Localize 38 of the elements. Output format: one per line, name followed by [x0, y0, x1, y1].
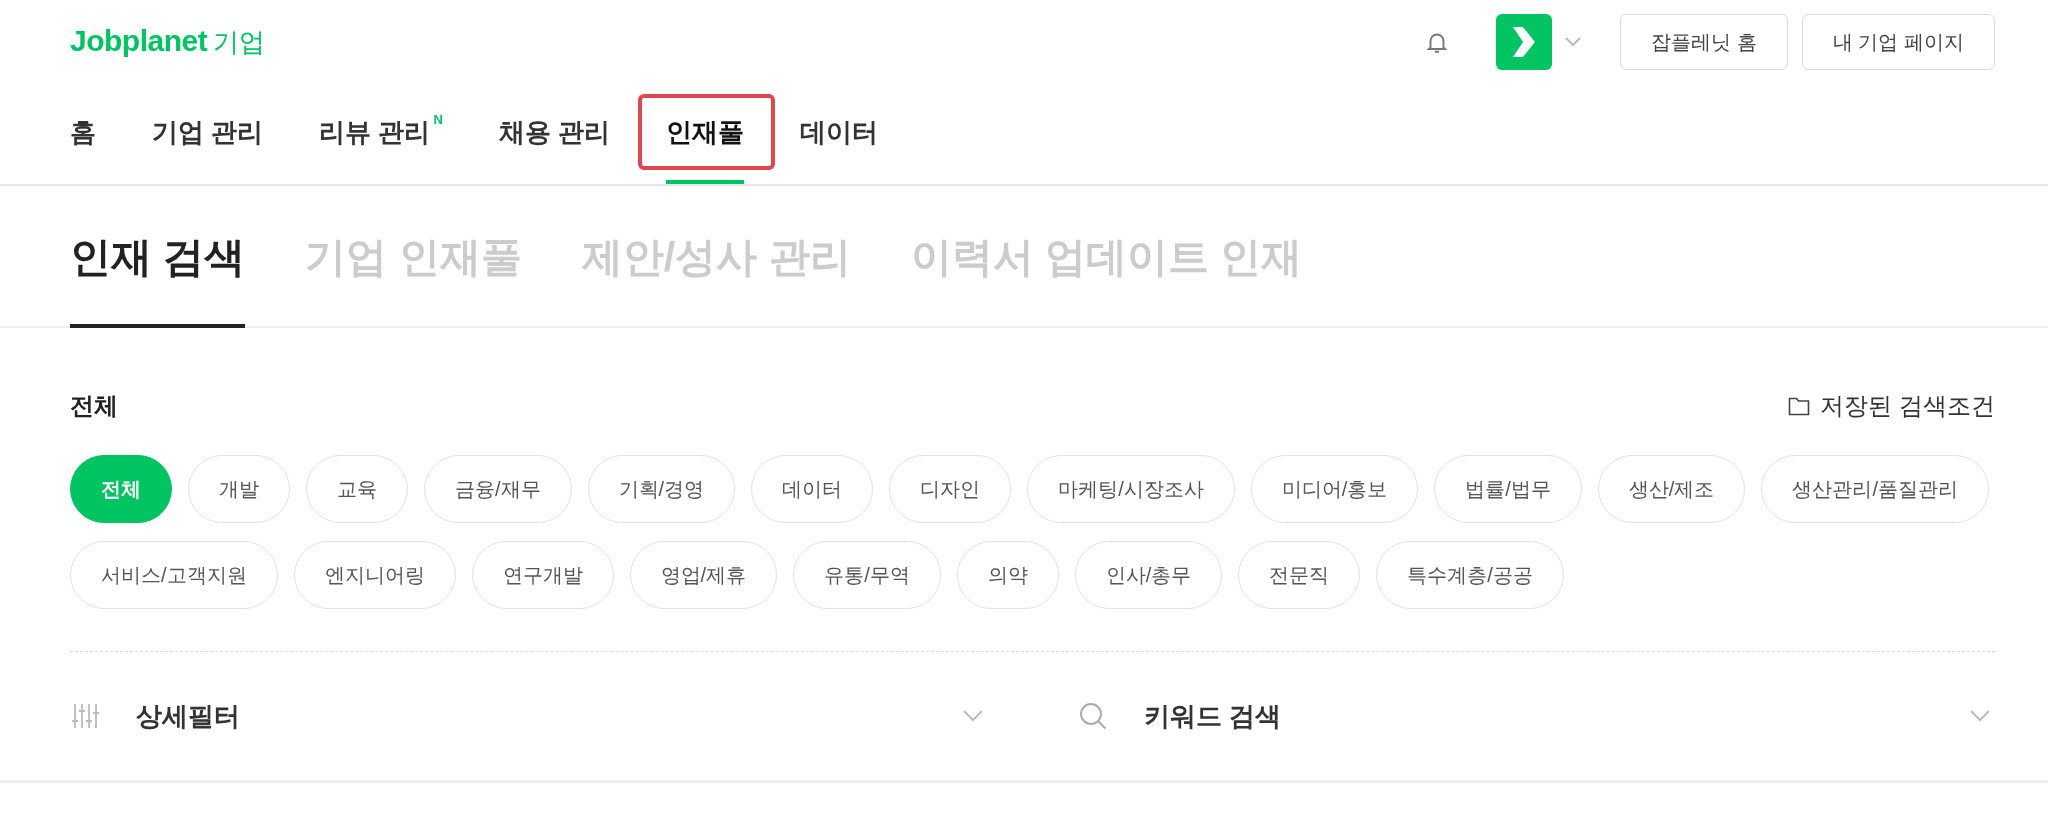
category-chip[interactable]: 생산/제조 [1597, 455, 1746, 523]
section-tab[interactable]: 인재 검색 [70, 186, 246, 328]
nav-tab[interactable]: 인재풀 [666, 88, 745, 184]
category-chip[interactable]: 유통/무역 [793, 541, 941, 609]
category-chip[interactable]: 의약 [956, 541, 1059, 609]
nav-tab[interactable]: 데이터 [800, 88, 879, 184]
category-chip[interactable]: 마케팅/시장조사 [1027, 455, 1235, 523]
nav-tab[interactable]: 기업 관리 [152, 88, 264, 184]
category-chip[interactable]: 기획/경영 [587, 455, 736, 523]
header-button[interactable]: 잡플레닛 홈 [1620, 14, 1788, 70]
filter-toggle[interactable]: 상세필터 [70, 698, 988, 734]
category-chip[interactable]: 영업/제휴 [629, 541, 778, 609]
new-label: N [433, 112, 443, 127]
nav-tab[interactable]: 채용 관리 [498, 88, 611, 184]
saved-search-link[interactable]: 저장된 검색조건 [1788, 390, 1995, 422]
category-chip[interactable]: 디자인 [889, 455, 1012, 523]
folder-icon [1788, 396, 1811, 416]
header-button[interactable]: 내 기업 페이지 [1801, 14, 1995, 70]
nav-tab[interactable]: 홈 [70, 88, 96, 184]
category-chip[interactable]: 개발 [188, 455, 290, 523]
category-chip[interactable]: 전문직 [1238, 541, 1361, 609]
category-chip[interactable]: 서비스/고객지원 [70, 541, 278, 609]
category-chip[interactable]: 데이터 [751, 455, 874, 523]
category-chip[interactable]: 생산관리/품질관리 [1761, 455, 1989, 523]
category-chip[interactable]: 금융/재무 [424, 455, 572, 523]
sliders-icon [70, 701, 100, 731]
company-logo-icon[interactable] [1496, 14, 1553, 70]
category-chip[interactable]: 인사/총무 [1074, 541, 1223, 609]
section-heading: 전체 [70, 391, 118, 421]
category-chip[interactable]: 교육 [306, 455, 408, 523]
category-chip[interactable]: 연구개발 [471, 541, 614, 609]
search-icon [1077, 701, 1108, 731]
category-chip[interactable]: 미디어/홍보 [1250, 455, 1419, 523]
category-chip[interactable]: 엔지니어링 [293, 541, 456, 609]
caret-icon[interactable] [1564, 36, 1583, 48]
category-chip[interactable]: 법률/법무 [1434, 455, 1582, 523]
category-chip[interactable]: 특수계층/공공 [1376, 541, 1564, 609]
filter-toggle[interactable]: 키워드 검색 [1077, 698, 1995, 734]
